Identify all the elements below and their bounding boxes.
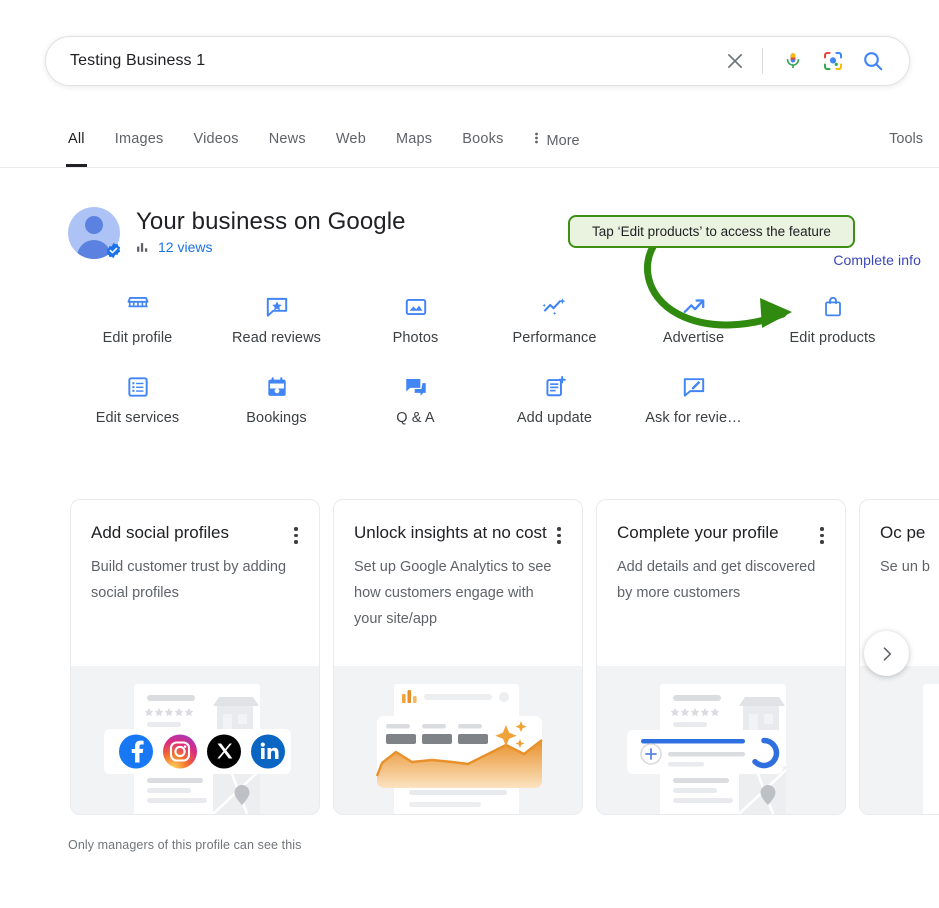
voice-search-button[interactable]: [773, 41, 813, 81]
action-label: Edit products: [789, 330, 876, 346]
tab-videos[interactable]: Videos: [193, 118, 238, 167]
business-header: Your business on Google 12 views: [68, 207, 406, 259]
verified-badge-icon: [106, 242, 121, 259]
tab-images[interactable]: Images: [115, 118, 164, 167]
managers-note: Only managers of this profile can see th…: [68, 838, 302, 852]
carousel-next-button[interactable]: [864, 631, 909, 676]
action-label: Ask for revie…: [645, 410, 742, 426]
tab-maps[interactable]: Maps: [396, 118, 432, 167]
cards-carousel: Add social profiles Build customer trust…: [0, 499, 939, 817]
action-label: Edit services: [95, 410, 180, 426]
social-profiles-illustration: [71, 666, 319, 814]
google-lens-icon: [824, 52, 842, 70]
card-body: Add details and get discovered by more c…: [617, 559, 816, 601]
calendar-icon: [264, 372, 290, 402]
search-bar[interactable]: Testing Business 1: [45, 36, 910, 86]
action-add-update[interactable]: Add update: [485, 372, 624, 426]
search-submit-button[interactable]: [853, 41, 893, 81]
photo-icon: [403, 292, 429, 322]
action-read-reviews[interactable]: Read reviews: [207, 292, 346, 346]
partial-illustration: [860, 666, 939, 814]
cards-strip: Add social profiles Build customer trust…: [70, 499, 939, 815]
search-icon: [864, 52, 883, 71]
more-options-icon[interactable]: [287, 520, 305, 544]
profile-progress-illustration: [597, 666, 845, 814]
action-advertise[interactable]: Advertise: [624, 292, 763, 346]
action-label: Edit profile: [102, 330, 173, 346]
quick-actions-row-1: Edit profile Read reviews Photos Perform…: [68, 292, 913, 346]
views-label: 12 views: [158, 239, 213, 255]
business-info: Your business on Google 12 views: [136, 207, 406, 255]
card-add-social-profiles[interactable]: Add social profiles Build customer trust…: [70, 499, 320, 815]
card-complete-profile[interactable]: Complete your profile Add details and ge…: [596, 499, 846, 815]
shopping-bag-icon: [821, 292, 845, 322]
action-qa[interactable]: Q & A: [346, 372, 485, 426]
add-post-icon: [542, 372, 568, 402]
action-label: Advertise: [662, 330, 725, 346]
review-star-chat-icon: [264, 292, 290, 322]
nav-items: All Images Videos News Web Maps Books Mo…: [66, 118, 939, 167]
search-divider: [762, 48, 763, 74]
action-performance[interactable]: Performance: [485, 292, 624, 346]
close-icon: [728, 54, 742, 68]
tab-all[interactable]: All: [66, 118, 87, 167]
views-link[interactable]: 12 views: [136, 239, 406, 255]
avatar-head: [85, 216, 103, 234]
card-title: Unlock insights at no cost: [354, 523, 547, 542]
microphone-icon: [786, 53, 800, 69]
search-input[interactable]: Testing Business 1: [46, 51, 718, 71]
tab-books[interactable]: Books: [462, 118, 503, 167]
quick-actions: Edit profile Read reviews Photos Perform…: [68, 292, 913, 426]
chat-bubbles-icon: [403, 372, 429, 402]
page-title: Your business on Google: [136, 208, 406, 235]
callout-tooltip: Tap ‘Edit products’ to access the featur…: [568, 215, 855, 248]
trending-up-arrow-icon: [681, 292, 707, 322]
action-photos[interactable]: Photos: [346, 292, 485, 346]
more-filters-button[interactable]: More: [534, 118, 580, 151]
card-header: Oc pe: [860, 500, 939, 546]
action-edit-products[interactable]: Edit products: [763, 292, 902, 346]
tab-web[interactable]: Web: [336, 118, 366, 167]
results-nav: All Images Videos News Web Maps Books Mo…: [0, 118, 939, 168]
tools-button[interactable]: Tools: [889, 131, 923, 147]
action-label: Performance: [512, 330, 597, 346]
card-header: Add social profiles: [71, 500, 319, 546]
card-title: Complete your profile: [617, 523, 779, 542]
action-ask-for-review[interactable]: Ask for revie…: [624, 372, 763, 426]
clear-search-button[interactable]: [718, 44, 752, 78]
storefront-icon: [125, 292, 151, 322]
action-label: Q & A: [396, 410, 435, 426]
lens-search-button[interactable]: [813, 41, 853, 81]
action-label: Read reviews: [231, 330, 322, 346]
card-header: Complete your profile: [597, 500, 845, 546]
card-body: Build customer trust by adding social pr…: [91, 559, 287, 601]
action-edit-profile[interactable]: Edit profile: [68, 292, 207, 346]
card-header: Unlock insights at no cost: [334, 500, 582, 546]
avatar[interactable]: [68, 207, 121, 259]
list-icon: [125, 372, 151, 402]
trending-sparkle-icon: [541, 292, 569, 322]
more-options-icon[interactable]: [550, 520, 568, 544]
action-label: Photos: [392, 330, 439, 346]
bar-chart-icon: [136, 240, 150, 254]
more-options-icon[interactable]: [813, 520, 831, 544]
analytics-chart-illustration: [334, 666, 582, 814]
action-bookings[interactable]: Bookings: [207, 372, 346, 426]
search-box[interactable]: Testing Business 1: [45, 36, 910, 86]
edit-chat-icon: [681, 372, 707, 402]
card-title: Oc pe: [880, 523, 926, 542]
tab-news[interactable]: News: [269, 118, 306, 167]
card-body: Set up Google Analytics to see how custo…: [354, 559, 552, 627]
chevron-right-icon: [883, 646, 891, 661]
complete-info-link[interactable]: Complete info: [833, 252, 921, 268]
quick-actions-row-2: Edit services Bookings Q & A Add update …: [68, 372, 913, 426]
action-label: Bookings: [246, 410, 307, 426]
card-unlock-insights[interactable]: Unlock insights at no cost Set up Google…: [333, 499, 583, 815]
more-filters-label: More: [546, 132, 580, 149]
vertical-dots-icon: [534, 130, 539, 150]
action-edit-services[interactable]: Edit services: [68, 372, 207, 426]
action-label: Add update: [516, 410, 593, 426]
card-title: Add social profiles: [91, 523, 229, 542]
